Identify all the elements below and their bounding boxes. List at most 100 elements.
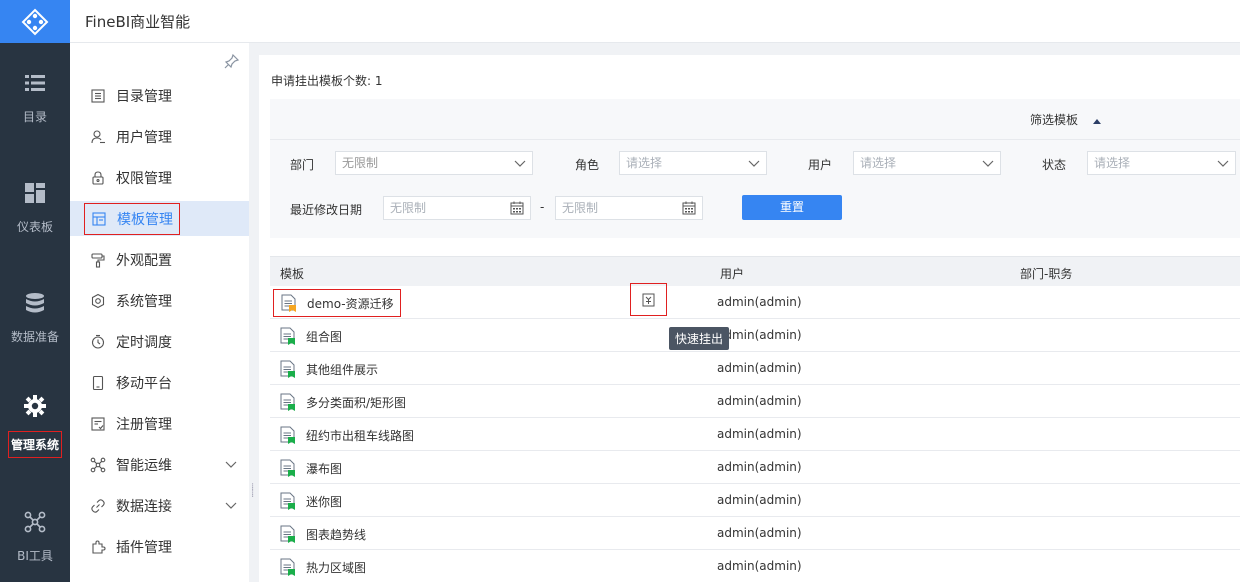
table-row[interactable]: 纽约市出租车线路图 admin(admin) (270, 418, 1240, 451)
quick-publish-tooltip: 快速挂出 (669, 327, 730, 350)
menu-item-directory[interactable]: 目录管理 (70, 78, 249, 113)
template-file-icon (280, 426, 295, 444)
register-icon (91, 416, 105, 431)
template-name: demo-资源迁移 (307, 296, 394, 311)
gear-icon (24, 394, 46, 417)
date-to-input[interactable]: 无限制 (555, 196, 703, 220)
menu-item-plugins[interactable]: 插件管理 (70, 529, 249, 564)
menu-item-label: 用户管理 (116, 129, 172, 146)
brush-icon (91, 252, 105, 268)
menu-item-highlight: 模板管理 (84, 202, 180, 235)
department-label: 部门 (290, 158, 315, 172)
table-row[interactable]: 图表趋势线 admin(admin) (270, 517, 1240, 550)
menu-item-label: 移动平台 (116, 375, 172, 392)
rail-item-admin[interactable]: 管理系统 (0, 371, 70, 481)
chevron-down-icon (982, 160, 994, 167)
row-user: admin(admin) (717, 295, 802, 309)
status-label: 状态 (1042, 158, 1067, 172)
menu-item-data-connection[interactable]: 数据连接 (70, 488, 249, 523)
rail-item-directory[interactable]: 目录 (0, 43, 70, 153)
template-file-icon (280, 492, 295, 510)
directory-icon (91, 88, 105, 103)
ops-icon (90, 457, 106, 472)
column-header-template: 模板 (280, 267, 305, 281)
row-user: admin(admin) (717, 361, 802, 375)
menu-item-label: 数据连接 (116, 498, 172, 515)
template-file-icon (280, 393, 295, 411)
pin-icon[interactable] (224, 53, 240, 69)
app-logo[interactable] (0, 0, 70, 43)
row-name-cell: 热力区域图 (273, 553, 372, 581)
template-name: 热力区域图 (306, 560, 367, 575)
plugin-icon (92, 539, 106, 554)
table-row[interactable]: 其他组件展示 admin(admin) (270, 352, 1240, 385)
date-to-value: 无限制 (562, 201, 599, 215)
table-row[interactable]: 热力区域图 admin(admin) (270, 550, 1240, 582)
row-name-cell: 其他组件展示 (273, 355, 384, 383)
row-user: admin(admin) (717, 394, 802, 408)
filter-toggle[interactable]: 筛选模板 (1030, 111, 1102, 128)
menu-item-system[interactable]: 系统管理 (70, 283, 249, 318)
department-select[interactable]: 无限制 (335, 151, 533, 175)
menu-item-templates[interactable]: 模板管理 (70, 201, 249, 236)
row-name-cell: 迷你图 (273, 487, 348, 515)
template-file-icon (281, 294, 296, 312)
menu-item-smart-ops[interactable]: 智能运维 (70, 447, 249, 482)
template-file-icon (280, 525, 295, 543)
pending-count: 申请挂出模板个数: 1 (271, 74, 383, 88)
user-icon (91, 129, 105, 143)
role-label: 角色 (575, 158, 600, 172)
row-user: admin(admin) (717, 493, 802, 507)
date-separator: - (540, 200, 545, 214)
app-title: FineBI商业智能 (85, 12, 191, 31)
table-row[interactable]: demo-资源迁移 admin(admin) (270, 283, 1240, 319)
department-value: 无限制 (342, 156, 379, 170)
user-select[interactable]: 请选择 (853, 151, 1001, 175)
panel-resize-handle[interactable]: ⁞ ⁞ (251, 483, 257, 500)
reset-button[interactable]: 重置 (742, 195, 842, 220)
publish-icon (642, 293, 655, 306)
admin-menu: 目录管理 用户管理 权限管理 模板管理 外观配置 系统管理 定时调度 移动平台 … (70, 43, 249, 582)
menu-item-schedule[interactable]: 定时调度 (70, 324, 249, 359)
row-user: admin(admin) (717, 526, 802, 540)
status-placeholder: 请选择 (1094, 156, 1131, 170)
date-from-input[interactable]: 无限制 (383, 196, 531, 220)
menu-item-label: 插件管理 (116, 539, 172, 556)
template-icon (92, 211, 106, 226)
menu-item-label: 外观配置 (116, 252, 172, 269)
template-name: 图表趋势线 (306, 527, 367, 542)
rail-item-bi-tools[interactable]: BI工具 (0, 482, 70, 582)
tools-icon (24, 511, 46, 532)
divider (270, 139, 1240, 140)
menu-item-users[interactable]: 用户管理 (70, 119, 249, 154)
table-row[interactable]: 组合图 admin(admin) (270, 319, 1240, 352)
quick-publish-button[interactable] (630, 283, 667, 316)
status-select[interactable]: 请选择 (1087, 151, 1236, 175)
template-name: 纽约市出租车线路图 (306, 428, 415, 443)
rail-label: 目录 (22, 109, 47, 124)
template-name: 组合图 (306, 329, 343, 344)
role-select[interactable]: 请选择 (619, 151, 767, 175)
table-row[interactable]: 迷你图 admin(admin) (270, 484, 1240, 517)
rail-item-dashboard[interactable]: 仪表板 (0, 153, 70, 263)
menu-item-mobile[interactable]: 移动平台 (70, 365, 249, 400)
rail-label: 管理系统 (7, 430, 62, 458)
menu-item-appearance[interactable]: 外观配置 (70, 242, 249, 277)
menu-item-permissions[interactable]: 权限管理 (70, 160, 249, 195)
row-name-cell: 图表趋势线 (273, 520, 372, 548)
rail-item-data-prep[interactable]: 数据准备 (0, 263, 70, 373)
chevron-down-icon (1217, 160, 1229, 167)
column-header-department: 部门-职务 (1020, 267, 1073, 281)
row-name-cell: demo-资源迁移 (273, 289, 401, 317)
table-row[interactable]: 多分类面积/矩形图 admin(admin) (270, 385, 1240, 418)
filter-toggle-label: 筛选模板 (1030, 113, 1079, 127)
table-header: 模板 用户 部门-职务 (270, 256, 1240, 286)
role-placeholder: 请选择 (626, 156, 663, 170)
menu-item-label: 注册管理 (116, 416, 172, 433)
table-row[interactable]: 瀑布图 admin(admin) (270, 451, 1240, 484)
calendar-icon (510, 201, 524, 215)
template-file-icon (280, 327, 295, 345)
menu-item-registration[interactable]: 注册管理 (70, 406, 249, 441)
row-name-cell: 纽约市出租车线路图 (273, 421, 420, 449)
lock-icon (92, 170, 104, 185)
